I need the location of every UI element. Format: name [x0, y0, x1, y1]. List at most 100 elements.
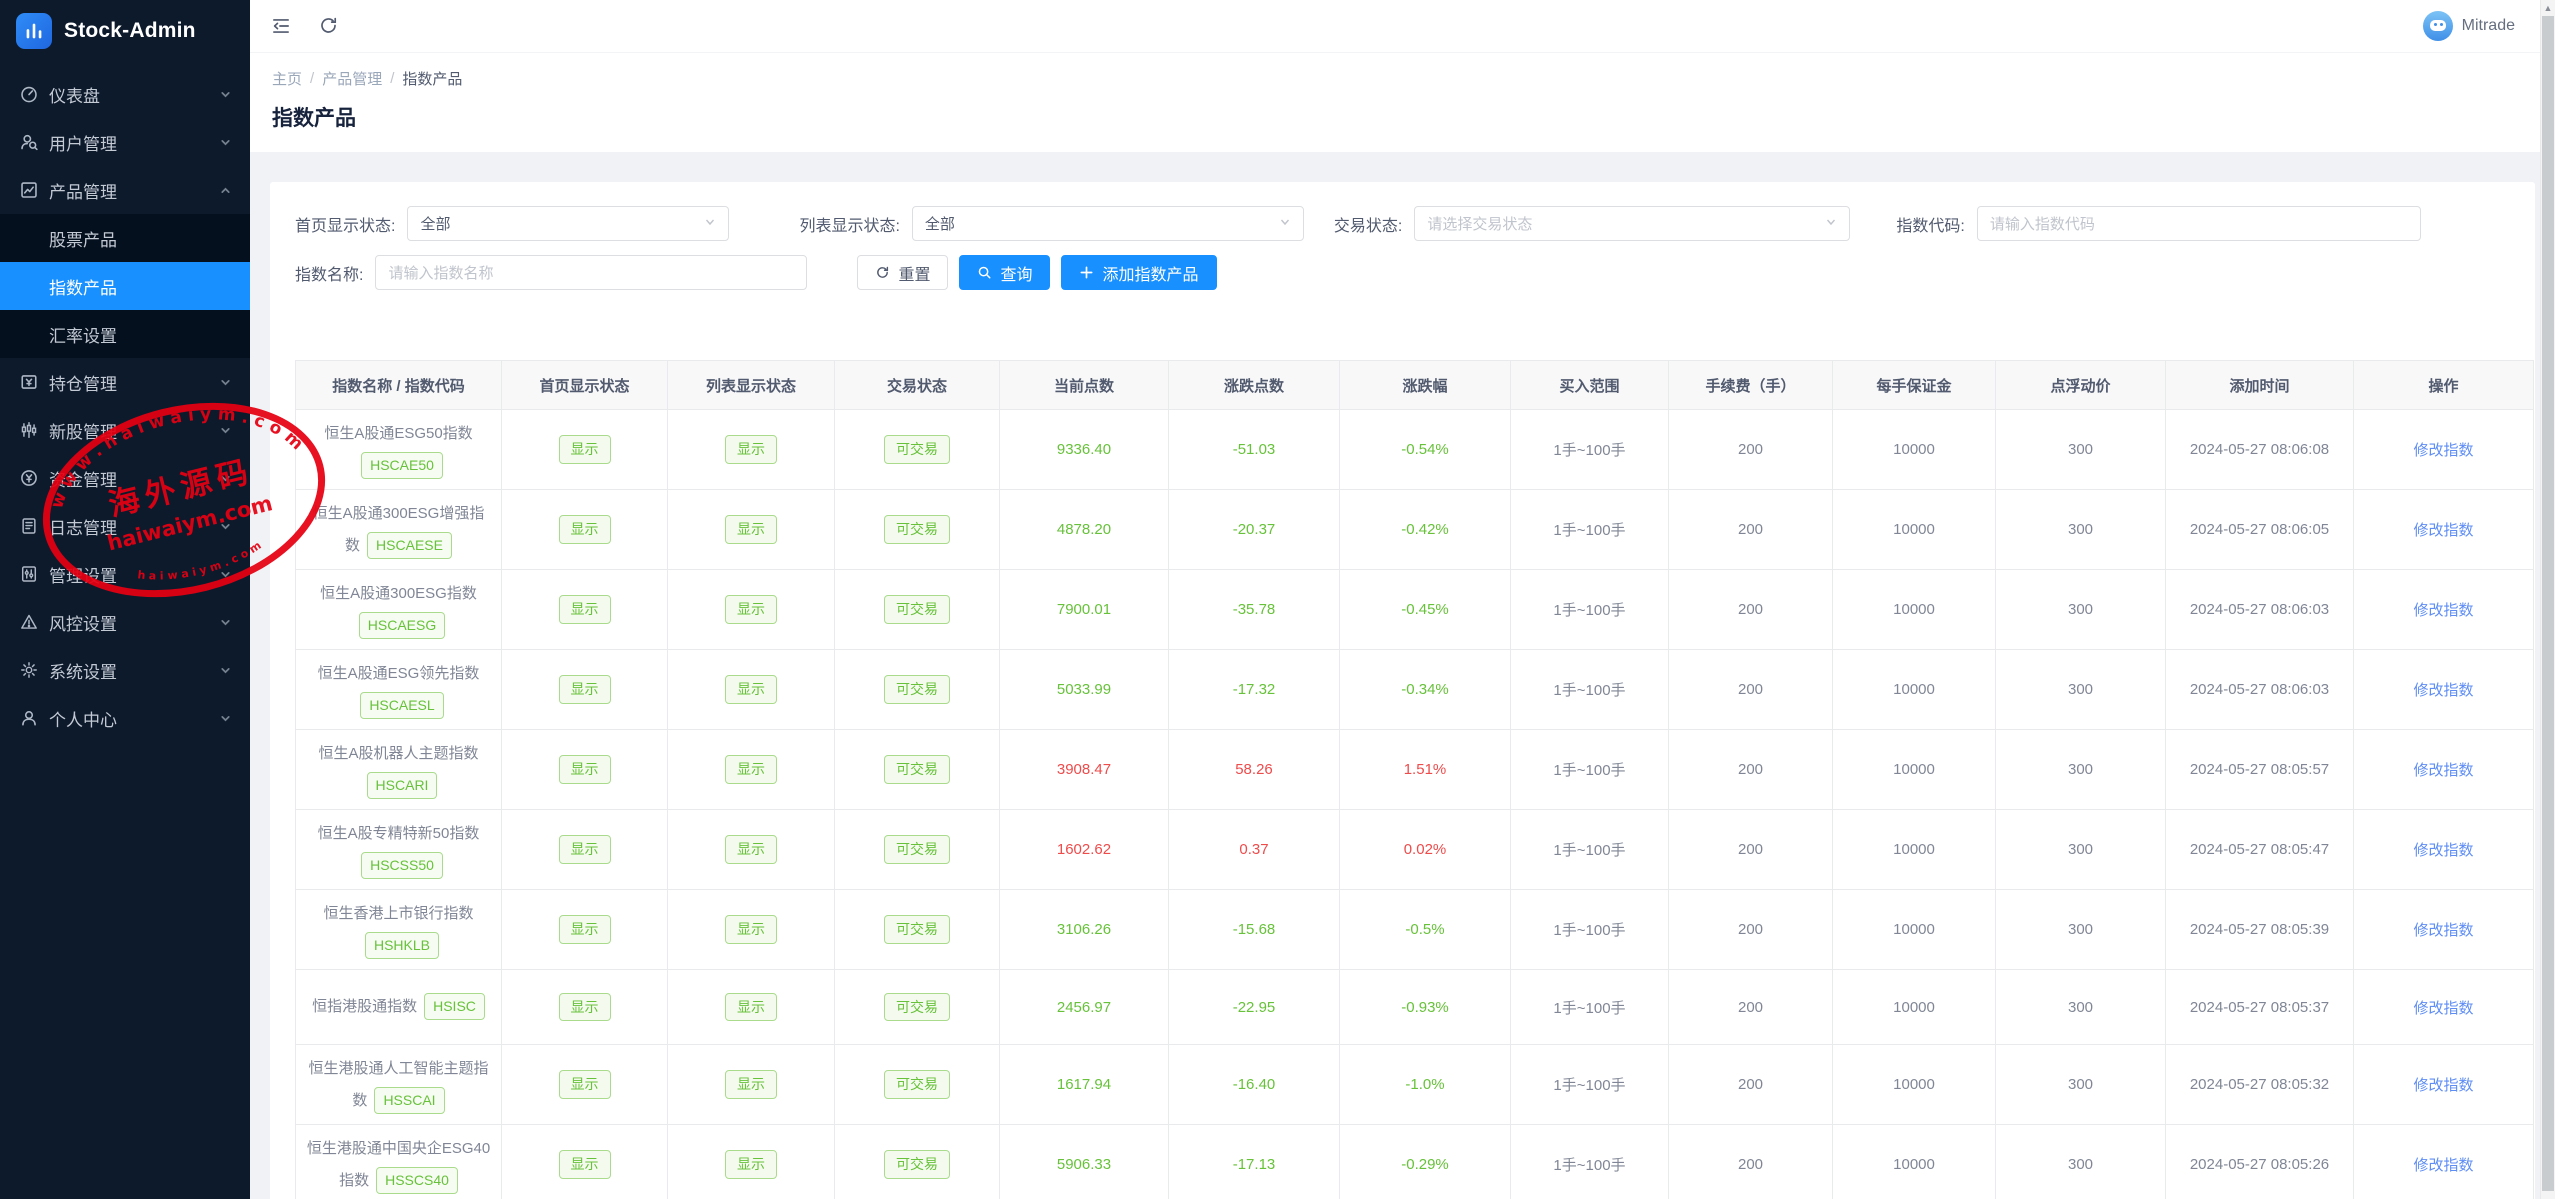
table-header-row: 指数名称 / 指数代码首页显示状态列表显示状态交易状态当前点数涨跌点数涨跌幅买入…: [296, 361, 2534, 410]
sidebar-item-log-management[interactable]: 日志管理: [0, 502, 250, 550]
index-code-badge: HSISC: [424, 993, 485, 1020]
sidebar-item-index-products[interactable]: 指数产品: [0, 262, 250, 310]
chevron-down-icon: [219, 376, 232, 389]
sidebar-item-label: 管理设置: [49, 562, 117, 587]
float-price-cell: 300: [1996, 970, 2166, 1045]
float-price-cell: 300: [1996, 730, 2166, 810]
sidebar-item-label: 持仓管理: [49, 370, 117, 395]
table-row: 恒生A股通ESG领先指数HSCAESL 显示 显示 可交易 5033.99 -1…: [296, 650, 2534, 730]
add-index-product-button[interactable]: 添加指数产品: [1061, 255, 1216, 290]
float-price-cell: 300: [1996, 1125, 2166, 1199]
change-percent-value: -0.42%: [1401, 521, 1449, 538]
app-window: Stock-Admin 仪表盘 用户管理 产品管理 股票产品 指数产品: [0, 0, 2555, 1199]
list-status-cell: 显示: [668, 570, 835, 650]
sidebar-item-label: 个人中心: [49, 706, 117, 731]
sidebar-item-exchange-rate[interactable]: 汇率设置: [0, 310, 250, 358]
margin-cell: 10000: [1833, 1045, 1996, 1125]
vertical-scrollbar[interactable]: ▲: [2540, 0, 2555, 1199]
table-header-cell: 涨跌幅: [1340, 361, 1511, 410]
chevron-down-icon: [219, 472, 232, 485]
trade-status-select[interactable]: 请选择交易状态: [1414, 206, 1850, 241]
trade-status-badge: 可交易: [884, 435, 950, 463]
index-code-badge: HSHKLB: [365, 932, 439, 959]
edit-index-link[interactable]: 修改指数: [2413, 922, 2473, 939]
change-percent-value: -0.54%: [1401, 441, 1449, 458]
edit-index-link[interactable]: 修改指数: [2413, 442, 2473, 459]
scroll-up-icon[interactable]: ▲: [2541, 0, 2555, 15]
change-points-cell: -20.37: [1169, 490, 1340, 570]
table-header-cell: 每手保证金: [1833, 361, 1996, 410]
sidebar-item-new-stock-management[interactable]: 新股管理: [0, 406, 250, 454]
table-row: 恒生A股通ESG50指数HSCAE50 显示 显示 可交易 9336.40 -5…: [296, 410, 2534, 490]
trade-status-badge: 可交易: [884, 1150, 950, 1178]
sidebar-item-risk-settings[interactable]: 风控设置: [0, 598, 250, 646]
edit-index-link[interactable]: 修改指数: [2413, 762, 2473, 779]
fee-cell: 200: [1669, 730, 1833, 810]
index-code-badge: HSCAESG: [359, 612, 445, 639]
fee-cell: 200: [1669, 1045, 1833, 1125]
edit-index-link[interactable]: 修改指数: [2413, 602, 2473, 619]
home-status-badge: 显示: [559, 595, 611, 623]
change-percent-value: 1.51%: [1404, 761, 1447, 778]
breadcrumb-home[interactable]: 主页: [272, 68, 302, 89]
edit-index-link[interactable]: 修改指数: [2413, 842, 2473, 859]
trade-status-cell: 可交易: [835, 1045, 1000, 1125]
index-name: 恒生香港上市银行指数: [323, 905, 473, 922]
change-percent-cell: -1.0%: [1340, 1045, 1511, 1125]
sidebar-item-stock-products[interactable]: 股票产品: [0, 214, 250, 262]
fee-cell: 200: [1669, 490, 1833, 570]
change-percent-cell: 1.51%: [1340, 730, 1511, 810]
sidebar-item-funds-management[interactable]: 资金管理: [0, 454, 250, 502]
action-cell: 修改指数: [2354, 970, 2534, 1045]
edit-index-link[interactable]: 修改指数: [2413, 1157, 2473, 1174]
index-code-input[interactable]: 请输入指数代码: [1977, 206, 2421, 241]
chevron-down-icon: [219, 88, 232, 101]
edit-index-link[interactable]: 修改指数: [2413, 1000, 2473, 1017]
sidebar-item-product-management[interactable]: 产品管理: [0, 166, 250, 214]
sidebar-item-profile-center[interactable]: 个人中心: [0, 694, 250, 742]
sidebar-item-admin-settings[interactable]: 管理设置: [0, 550, 250, 598]
table-header-cell: 操作: [2354, 361, 2534, 410]
index-name: 恒生A股通ESG领先指数: [318, 665, 480, 682]
sidebar-item-position-management[interactable]: 持仓管理: [0, 358, 250, 406]
home-status-badge: 显示: [559, 435, 611, 463]
trade-status-badge: 可交易: [884, 1070, 950, 1098]
float-price-cell: 300: [1996, 890, 2166, 970]
funds-icon: [20, 469, 38, 487]
add-button-label: 添加指数产品: [1102, 261, 1198, 285]
index-name-input[interactable]: 请输入指数名称: [375, 255, 807, 290]
refresh-icon[interactable]: [318, 15, 340, 37]
user-menu[interactable]: Mitrade: [2423, 11, 2515, 41]
change-percent-value: -0.29%: [1401, 1156, 1449, 1173]
chevron-down-icon: [219, 712, 232, 725]
fee-cell: 200: [1669, 650, 1833, 730]
search-button[interactable]: 查询: [959, 255, 1050, 290]
edit-index-link[interactable]: 修改指数: [2413, 682, 2473, 699]
vertical-scrollbar-thumb[interactable]: [2542, 16, 2554, 1191]
index-name-cell: 恒生A股通300ESG指数HSCAESG: [296, 570, 502, 650]
breadcrumb-product-management[interactable]: 产品管理: [322, 68, 382, 89]
table-header-cell: 交易状态: [835, 361, 1000, 410]
change-percent-value: -0.34%: [1401, 681, 1449, 698]
sidebar-item-dashboard[interactable]: 仪表盘: [0, 70, 250, 118]
edit-index-link[interactable]: 修改指数: [2413, 522, 2473, 539]
home-status-badge: 显示: [559, 835, 611, 863]
list-status-select[interactable]: 全部: [912, 206, 1304, 241]
current-points-cell: 1617.94: [1000, 1045, 1169, 1125]
trade-status-cell: 可交易: [835, 650, 1000, 730]
sidebar-item-system-settings[interactable]: 系统设置: [0, 646, 250, 694]
home-status-select[interactable]: 全部: [407, 206, 729, 241]
reset-button[interactable]: 重置: [857, 255, 948, 290]
edit-index-link[interactable]: 修改指数: [2413, 1077, 2473, 1094]
top-toolbar: Mitrade: [250, 0, 2555, 53]
filter-row-1: 首页显示状态: 全部 列表显示状态: 全部 交易状态: 请选择交易状态: [295, 206, 2510, 241]
added-time-cell: 2024-05-27 08:05:37: [2166, 970, 2354, 1045]
sidebar-item-label: 风控设置: [49, 610, 117, 635]
chevron-down-icon: [1825, 215, 1837, 232]
sidebar-item-user-management[interactable]: 用户管理: [0, 118, 250, 166]
index-name-placeholder: 请输入指数名称: [388, 262, 493, 283]
action-cell: 修改指数: [2354, 890, 2534, 970]
search-button-label: 查询: [1000, 261, 1032, 285]
collapse-sidebar-icon[interactable]: [270, 15, 292, 37]
trade-status-badge: 可交易: [884, 755, 950, 783]
